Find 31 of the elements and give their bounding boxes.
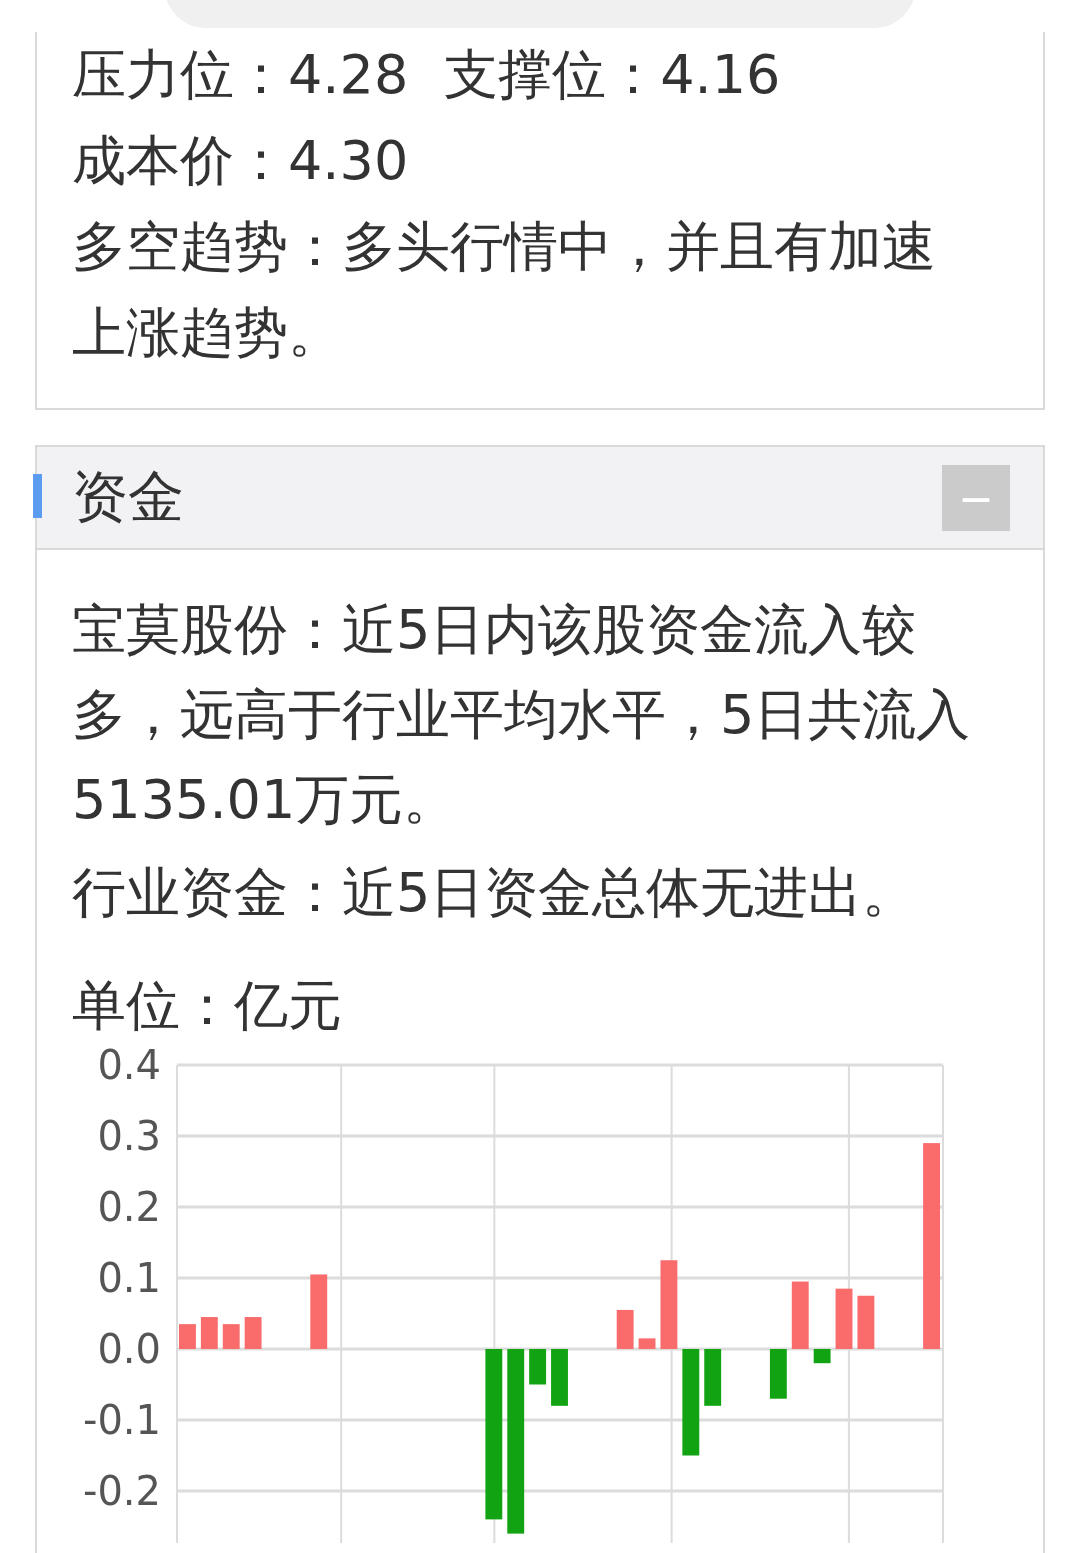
bar [179,1324,196,1349]
analysis-text: 支撑位：4.16 [444,42,781,108]
bar [200,1317,218,1349]
bar [813,1349,831,1364]
bar [704,1349,722,1406]
funds-text: 宝莫股份：近5日内该股资金流入较多，远高于行业平均水平，5日共流入5135.01万元。 [72,597,972,833]
bar [638,1338,656,1349]
axis-label: 0.1 [97,1255,161,1301]
bar [857,1295,875,1349]
bar [551,1349,568,1406]
bar [222,1324,240,1349]
funds-text: 行业资金：近5日资金总体无进出。 [72,860,918,926]
bar [769,1349,787,1399]
axis-label: 0.0 [97,1326,161,1372]
collapse-button[interactable]: — [942,464,1010,531]
analysis-text: 多空趋势：多头行情中，并且有加速上涨趋势。 [72,214,937,366]
analysis-text: 压力位：4.28 [72,42,409,108]
section-title: 资金 [72,462,184,531]
axis-label: 0.3 [97,1113,161,1159]
bar [529,1349,547,1385]
axis-label: -0.1 [82,1397,161,1443]
unit-label: 单位：亿元 [72,973,343,1039]
axis-label: 0.4 [97,1042,161,1088]
bar [244,1317,262,1349]
axis-label: -0.2 [82,1468,161,1514]
bar [791,1281,809,1349]
analysis-text: 成本价：4.30 [72,128,409,194]
bar [835,1288,853,1349]
axis-label: 0.2 [97,1184,161,1230]
accent-bar [33,474,42,518]
bar [616,1309,634,1349]
